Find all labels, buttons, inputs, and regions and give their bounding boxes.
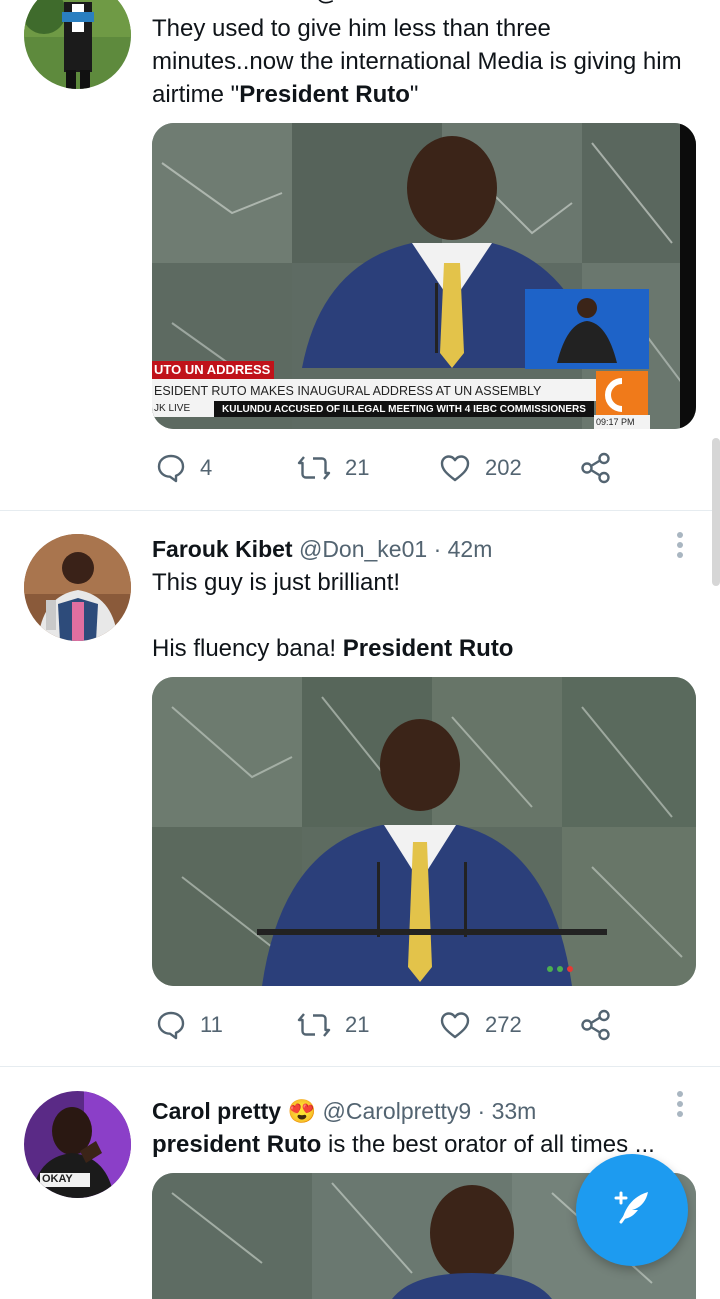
tweet-2-text: This guy is just brilliant! His fluency … xyxy=(152,569,514,662)
ticker-tag: JK LIVE xyxy=(154,403,191,414)
handle[interactable]: @Don_ke01 xyxy=(299,536,427,562)
reply-button[interactable]: 4 xyxy=(156,448,212,488)
retweet-icon xyxy=(297,1013,331,1037)
heart-eyes-emoji: 😍 xyxy=(287,1098,317,1124)
display-name[interactable]: Carol pretty xyxy=(152,1098,281,1124)
avatar[interactable] xyxy=(24,534,131,641)
share-icon xyxy=(581,452,610,484)
handle[interactable]: @Carolpretty9 xyxy=(323,1098,472,1124)
more-vertical-icon[interactable] xyxy=(670,0,690,12)
share-button[interactable] xyxy=(580,448,612,488)
tweet-3-header: Carol pretty 😍 @Carolpretty9 · 33m xyxy=(152,1095,536,1128)
more-vertical-icon[interactable] xyxy=(670,1091,690,1121)
share-button[interactable] xyxy=(580,1005,612,1045)
display-name[interactable]: Farouk Kibet xyxy=(152,536,293,562)
avatar[interactable] xyxy=(24,0,131,89)
reply-icon xyxy=(157,1011,185,1040)
timestamp[interactable]: · 33m xyxy=(478,1098,537,1124)
tweet-2-media[interactable] xyxy=(152,677,696,986)
compose-tweet-button[interactable] xyxy=(576,1154,688,1266)
tweet-1-text: They used to give him less than three mi… xyxy=(152,15,682,108)
retweet-button[interactable]: 21 xyxy=(297,1005,369,1045)
tweet-1[interactable]: Dominic Mune @mumune · 29m They used to … xyxy=(0,0,720,510)
tweet-2-actions: 11 21 272 xyxy=(152,1005,632,1045)
tweet-1-media[interactable]: UTO UN ADDRESS ESIDENT RUTO MAKES INAUGU… xyxy=(152,123,696,429)
tweet-3-text: president Ruto is the best orator of all… xyxy=(152,1131,655,1158)
avatar[interactable]: OKAY xyxy=(24,1091,131,1198)
clock: 09:17 PM xyxy=(596,417,635,427)
tweet-1-header: Dominic Mune @mumune · 29m xyxy=(152,0,500,9)
like-button[interactable]: 202 xyxy=(439,448,522,488)
timestamp[interactable]: · 42m xyxy=(434,536,493,562)
compose-tweet-icon xyxy=(614,1191,648,1224)
ticker-text: KULUNDU ACCUSED OF ILLEGAL MEETING WITH … xyxy=(222,404,586,415)
heart-icon xyxy=(440,455,470,482)
tweet-1-actions: 4 21 202 xyxy=(152,448,632,488)
reply-button[interactable]: 11 xyxy=(156,1005,223,1045)
banner-title: UTO UN ADDRESS xyxy=(154,362,271,377)
tweet-2[interactable]: Farouk Kibet @Don_ke01 · 42m This guy is… xyxy=(0,511,720,1066)
more-vertical-icon[interactable] xyxy=(670,532,690,562)
heart-icon xyxy=(440,1012,470,1039)
scrollbar[interactable] xyxy=(712,438,720,586)
reply-icon xyxy=(157,454,185,483)
banner-headline: ESIDENT RUTO MAKES INAUGURAL ADDRESS AT … xyxy=(154,384,542,398)
retweet-icon xyxy=(297,456,331,480)
share-icon xyxy=(581,1009,610,1041)
avatar-shirt-text: OKAY xyxy=(42,1173,73,1185)
retweet-button[interactable]: 21 xyxy=(297,448,369,488)
like-button[interactable]: 272 xyxy=(439,1005,522,1045)
tweet-2-header: Farouk Kibet @Don_ke01 · 42m xyxy=(152,533,492,566)
